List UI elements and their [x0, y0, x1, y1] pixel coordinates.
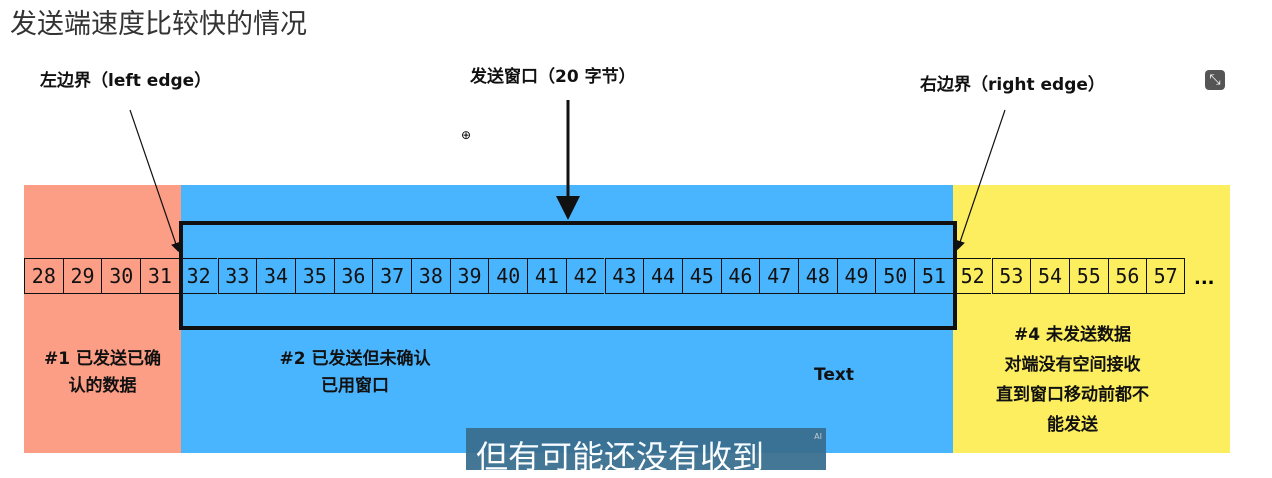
desc-line: 认的数据 — [68, 376, 137, 396]
desc-line: 能发送 — [1047, 415, 1098, 435]
byte-cell: 56 — [1107, 258, 1147, 294]
zone-acked-desc: #1 已发送已确 认的数据 — [24, 346, 181, 400]
text-label: Text — [814, 365, 854, 385]
send-window-box — [179, 221, 957, 330]
byte-cell: 29 — [62, 258, 102, 294]
desc-line: #2 已发送但未确认 — [279, 349, 431, 369]
ellipsis: ... — [1194, 268, 1215, 289]
desc-line: 直到窗口移动前都不 — [996, 385, 1149, 405]
byte-cell: 55 — [1068, 258, 1108, 294]
byte-cell: 30 — [101, 258, 141, 294]
desc-line: 对端没有空间接收 — [1004, 355, 1141, 375]
zone-unsent-desc: #4 未发送数据 对端没有空间接收 直到窗口移动前都不 能发送 — [960, 320, 1185, 440]
byte-cell: 57 — [1146, 258, 1185, 294]
subtitle-bar: 但有可能还没有收到 AI — [466, 428, 826, 476]
byte-cell: 53 — [991, 258, 1031, 294]
desc-line: #1 已发送已确 — [44, 349, 161, 369]
ai-badge: AI — [814, 432, 822, 441]
byte-cell: 31 — [140, 258, 179, 294]
right-edge-arrow — [955, 109, 1006, 251]
byte-cell: 54 — [1030, 258, 1069, 294]
desc-line: #4 未发送数据 — [1014, 325, 1131, 345]
byte-cell: 28 — [24, 258, 63, 294]
desc-line: 已用窗口 — [321, 376, 389, 396]
zoom-in-cursor-icon: ⊕ — [461, 128, 472, 142]
byte-cell: 52 — [952, 258, 992, 294]
left-edge-arrow — [129, 109, 181, 253]
zone-sent-unacked-desc: #2 已发送但未确认 已用窗口 — [250, 346, 460, 400]
subtitle-text: 但有可能还没有收到 — [476, 438, 765, 476]
fullscreen-exit-icon[interactable]: ⤡ — [1205, 70, 1225, 90]
